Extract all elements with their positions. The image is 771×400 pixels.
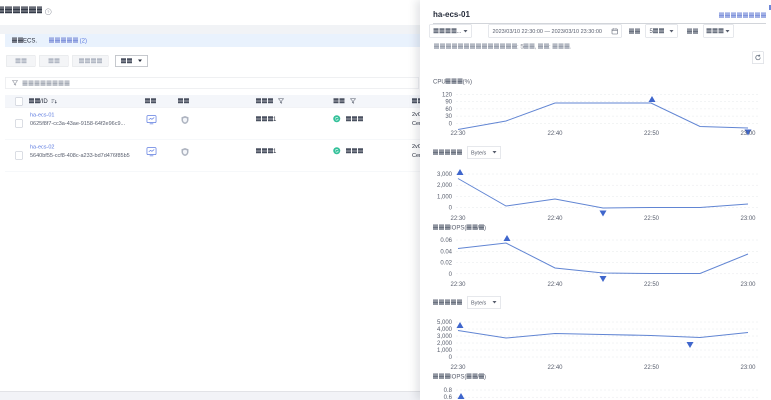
svg-text:120: 120 [442, 93, 453, 99]
svg-text:90: 90 [445, 100, 452, 106]
svg-text:22:50: 22:50 [644, 282, 660, 288]
svg-text:22:50: 22:50 [644, 216, 660, 222]
svg-text:4,000: 4,000 [437, 327, 453, 333]
svg-text:23:00: 23:00 [740, 131, 756, 137]
svg-text:22:50: 22:50 [644, 365, 660, 371]
svg-text:0: 0 [449, 272, 453, 278]
svg-text:22:40: 22:40 [547, 131, 563, 137]
svg-text:22:30: 22:30 [450, 216, 466, 222]
svg-text:1,000: 1,000 [437, 348, 453, 354]
svg-text:22:50: 22:50 [644, 131, 660, 137]
svg-text:23:00: 23:00 [740, 282, 756, 288]
svg-text:0.06: 0.06 [440, 238, 452, 244]
svg-text:5,000: 5,000 [437, 320, 453, 326]
svg-text:22:40: 22:40 [547, 216, 563, 222]
svg-text:0: 0 [449, 121, 453, 127]
svg-text:3,000: 3,000 [437, 334, 453, 340]
svg-text:22:30: 22:30 [450, 282, 466, 288]
svg-text:3,000: 3,000 [437, 172, 453, 178]
svg-text:60: 60 [445, 107, 452, 113]
svg-text:30: 30 [445, 114, 452, 120]
svg-text:0.04: 0.04 [440, 249, 452, 255]
svg-text:2,000: 2,000 [437, 341, 453, 347]
svg-text:23:00: 23:00 [740, 216, 756, 222]
svg-text:23:00: 23:00 [740, 365, 756, 371]
svg-text:0.02: 0.02 [440, 261, 452, 267]
svg-text:22:30: 22:30 [450, 131, 466, 137]
svg-text:0.8: 0.8 [444, 388, 453, 394]
svg-text:0.6: 0.6 [444, 395, 453, 400]
svg-text:0: 0 [449, 355, 453, 361]
svg-text:22:40: 22:40 [547, 365, 563, 371]
svg-text:0: 0 [449, 206, 453, 212]
svg-text:22:40: 22:40 [547, 282, 563, 288]
svg-text:2,000: 2,000 [437, 183, 453, 189]
svg-text:22:30: 22:30 [450, 365, 466, 371]
svg-text:1,000: 1,000 [437, 195, 453, 201]
